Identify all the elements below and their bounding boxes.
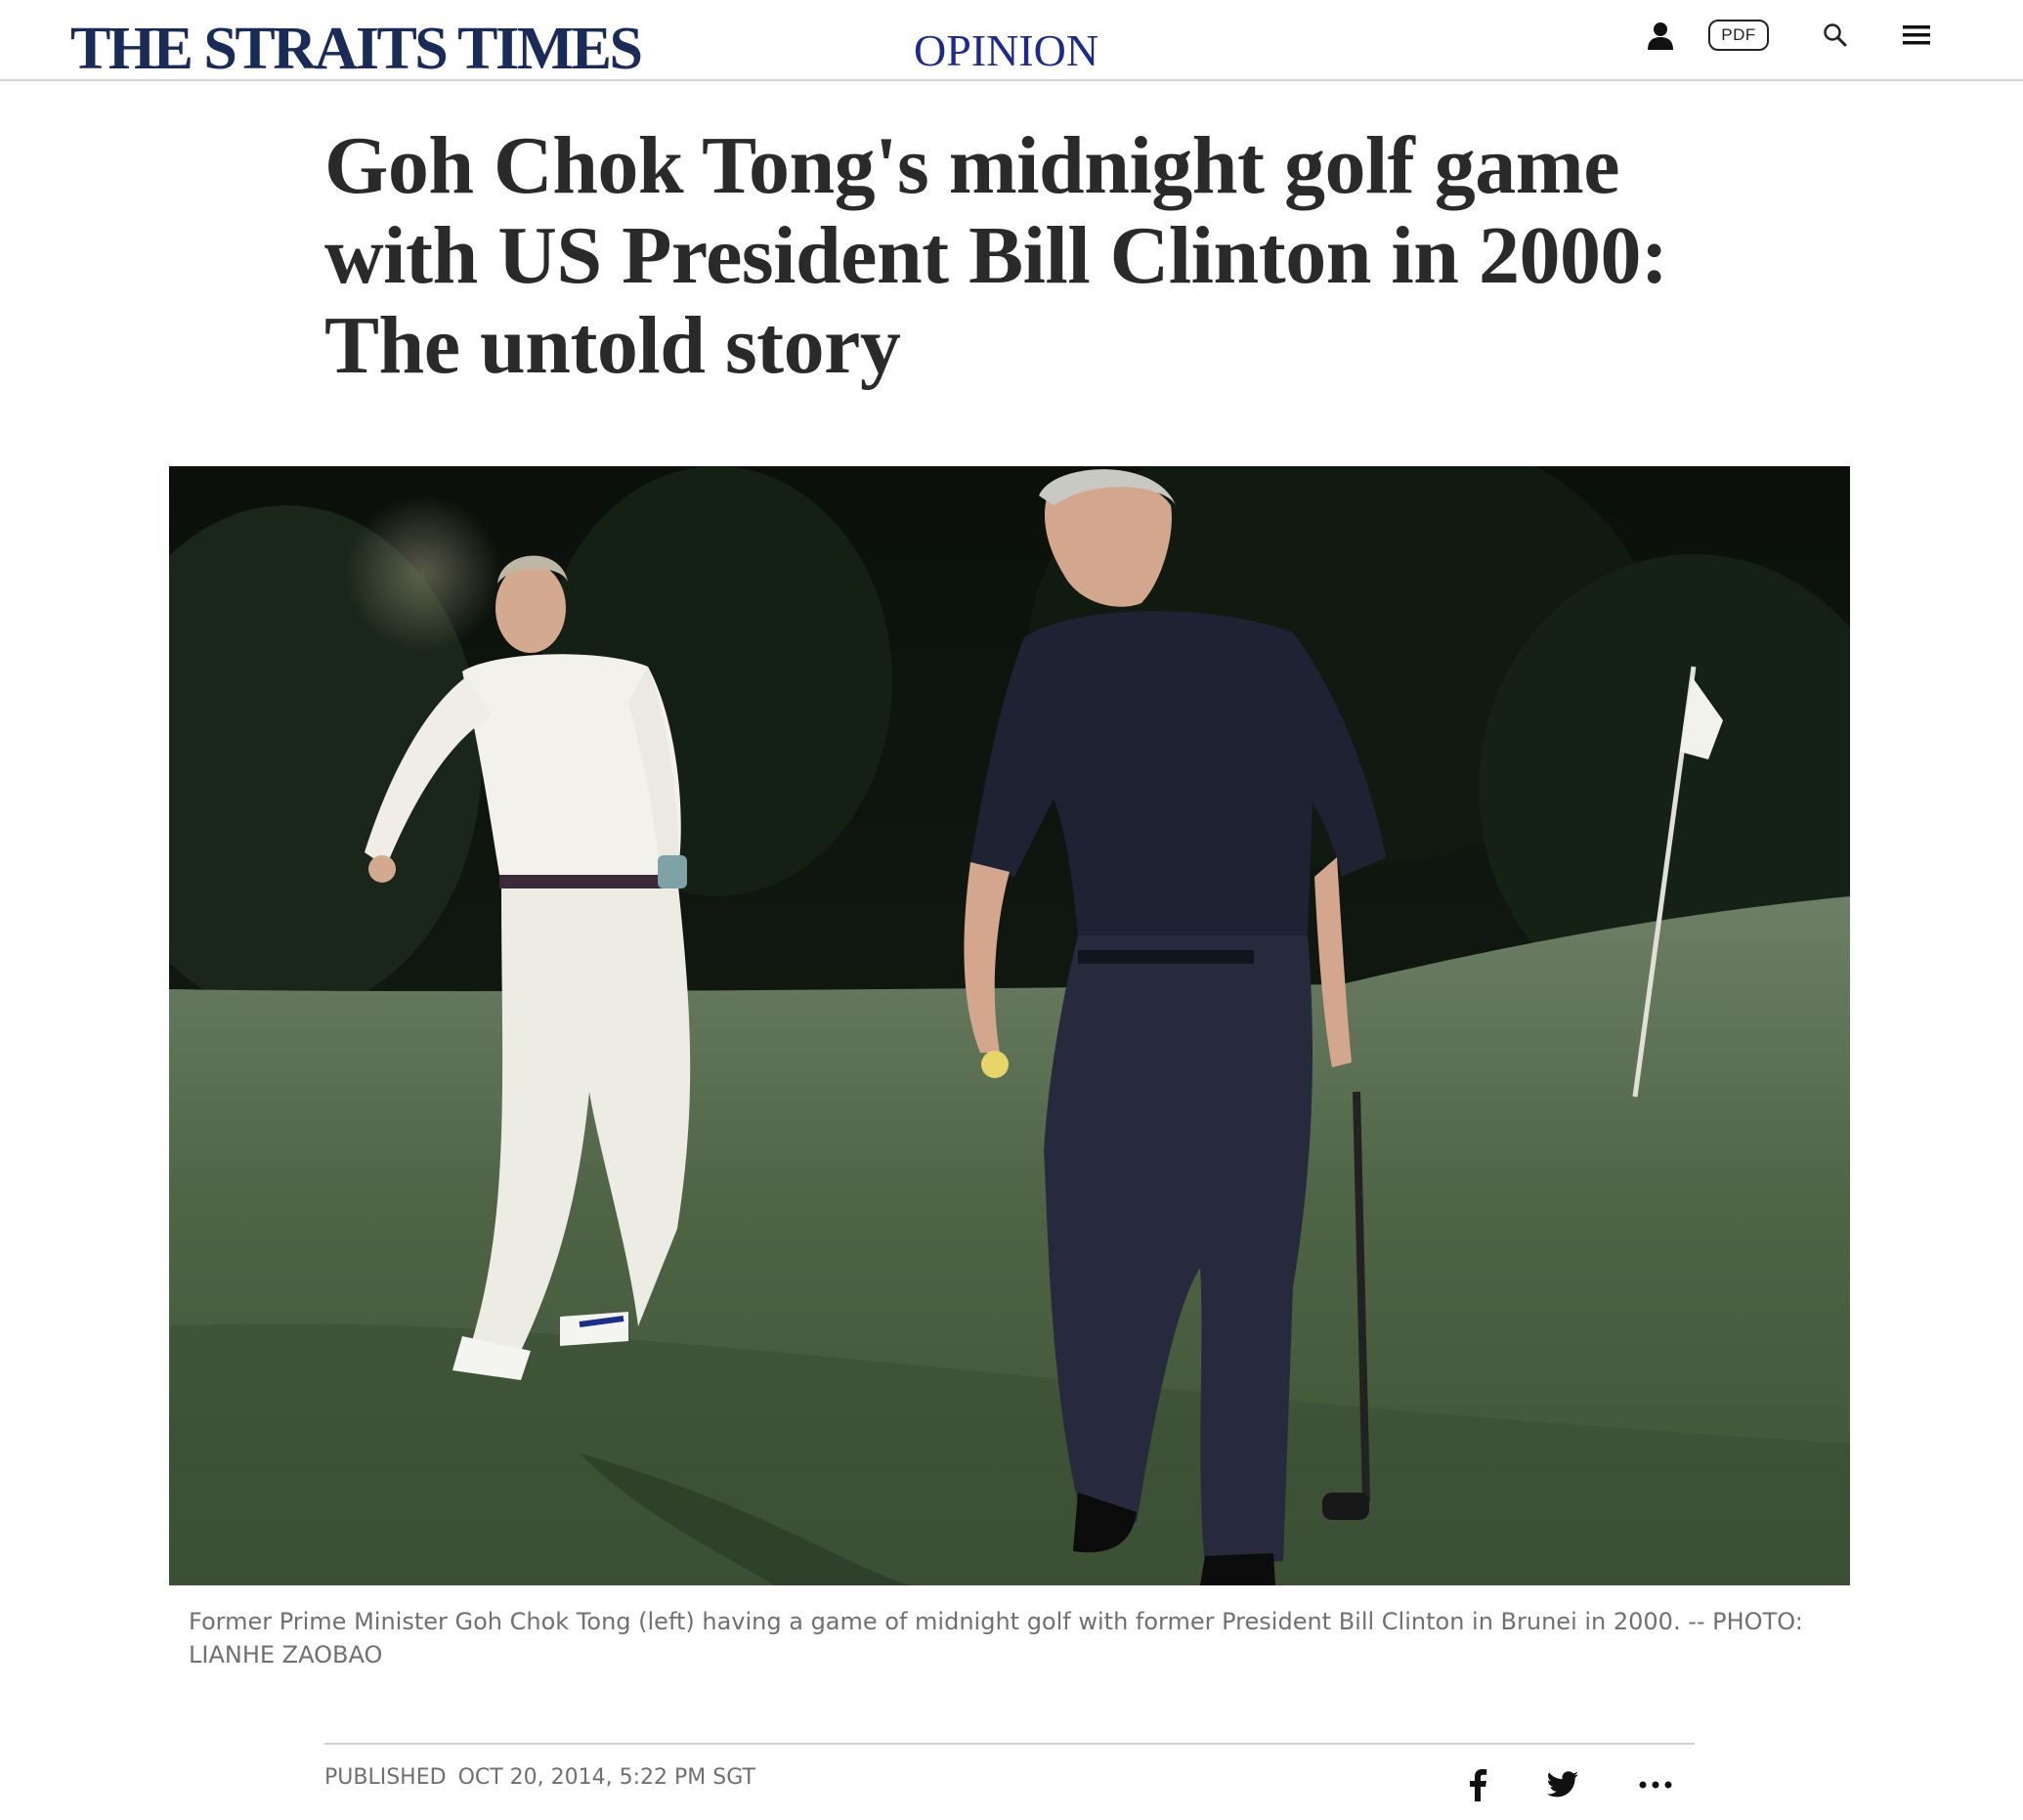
more-options-icon[interactable] [1634,1765,1677,1804]
section-label[interactable]: OPINION [914,22,1098,80]
twitter-icon[interactable] [1541,1765,1584,1804]
search-icon[interactable] [1820,20,1851,51]
hamburger-menu-icon[interactable] [1900,20,1933,51]
site-logo[interactable]: THE STRAITS TIMES [70,14,643,84]
published-date: OCT 20, 2014, 5:22 PM SGT [457,1765,755,1790]
site-header: THE STRAITS TIMES OPINION PDF [0,0,2023,84]
user-icon[interactable] [1643,18,1678,53]
photo-caption: Former Prime Minister Goh Chok Tong (lef… [189,1608,1803,1668]
article-headline: Goh Chok Tong's midnight golf game with … [324,120,1668,391]
published-label: PUBLISHED [324,1765,447,1790]
publish-info: PUBLISHED OCT 20, 2014, 5:22 PM SGT [324,1765,755,1790]
facebook-icon[interactable] [1456,1765,1499,1804]
article-photo[interactable] [169,466,1850,1585]
divider [324,1743,1695,1745]
pdf-button[interactable]: PDF [1708,20,1769,51]
